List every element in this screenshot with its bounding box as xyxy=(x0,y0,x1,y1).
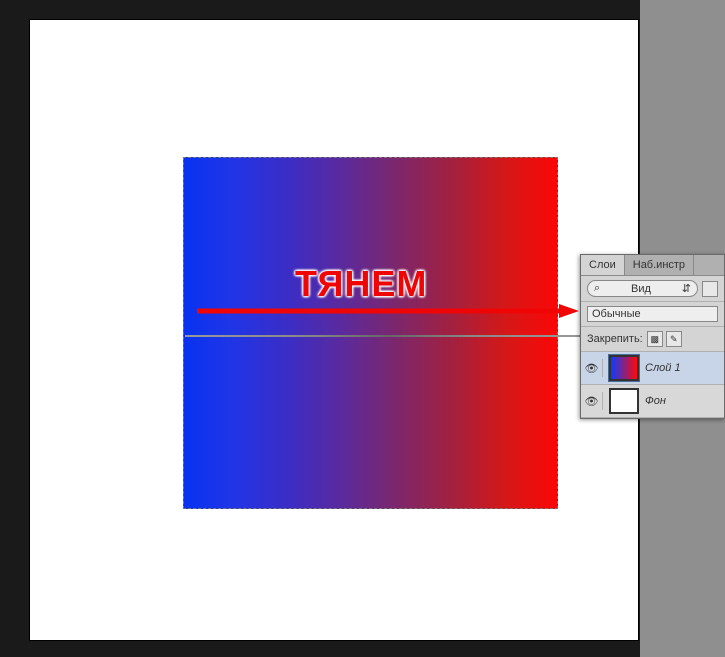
search-icon: ⌕ xyxy=(594,282,600,295)
tab-nav-instr[interactable]: Наб.инстр xyxy=(625,255,694,275)
dropdown-arrows-icon: ⇵ xyxy=(682,282,691,295)
lock-row: Закрепить: ▩ ✎ xyxy=(581,327,724,352)
panel-tabs: Слои Наб.инстр xyxy=(581,255,724,276)
annotation-label: ТЯНЕМ xyxy=(295,263,427,305)
layer-name: Слой 1 xyxy=(645,362,681,374)
blend-mode-select[interactable]: Обычные xyxy=(587,306,718,322)
canvas[interactable]: ✥ ТЯНЕМ xyxy=(30,20,638,640)
layer-thumbnail[interactable] xyxy=(609,388,639,414)
lock-transparency-icon[interactable]: ▩ xyxy=(647,331,663,347)
gradient-drag-line xyxy=(185,335,590,337)
gradient-selection[interactable] xyxy=(183,157,558,509)
filter-row: ⌕ Вид ⇵ xyxy=(581,276,724,302)
filter-label: Вид xyxy=(631,283,651,295)
visibility-icon[interactable]: 👁 xyxy=(585,392,603,410)
layer-thumbnail[interactable] xyxy=(609,355,639,381)
blend-mode-row: Обычные xyxy=(581,302,724,327)
tab-layers[interactable]: Слои xyxy=(581,255,625,275)
filter-select[interactable]: ⌕ Вид ⇵ xyxy=(587,280,698,297)
visibility-icon[interactable]: 👁 xyxy=(585,359,603,377)
layer-item-background[interactable]: 👁 Фон xyxy=(581,385,724,418)
layer-item-1[interactable]: 👁 Слой 1 xyxy=(581,352,724,385)
annotation-arrow-icon xyxy=(197,304,579,318)
layer-name: Фон xyxy=(645,395,666,407)
lock-icons-group: ▩ ✎ xyxy=(647,331,682,347)
filter-extra-button[interactable] xyxy=(702,281,718,297)
layers-list: 👁 Слой 1 👁 Фон xyxy=(581,352,724,418)
lock-label: Закрепить: xyxy=(587,333,643,345)
lock-paint-icon[interactable]: ✎ xyxy=(666,331,682,347)
layers-panel: Слои Наб.инстр ⌕ Вид ⇵ Обычные Закрепить… xyxy=(580,254,725,419)
